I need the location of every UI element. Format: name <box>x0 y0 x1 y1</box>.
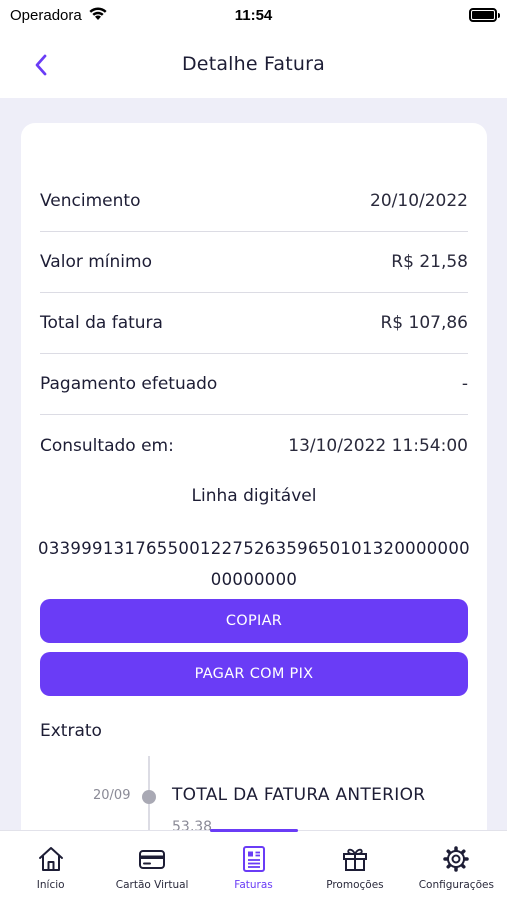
invoice-detail-card: Vencimento 20/10/2022 Valor mínimo R$ 21… <box>21 123 487 866</box>
tab-cartao-virtual[interactable]: Cartão Virtual <box>101 831 202 900</box>
extrato-item-date: 20/09 <box>93 788 131 803</box>
detail-label: Vencimento <box>40 191 141 211</box>
detail-value: - <box>461 374 468 394</box>
detail-value: R$ 21,58 <box>391 252 468 272</box>
invoice-icon <box>242 846 265 872</box>
tab-label: Cartão Virtual <box>115 879 189 891</box>
barcode-line-1: 0339991317655001227526359650101320000000 <box>38 539 470 558</box>
status-bar: Operadora 11:54 <box>0 0 507 30</box>
barcode-line-2: 00000000 <box>210 570 298 589</box>
extrato-item-title: TOTAL DA FATURA ANTERIOR <box>172 785 426 805</box>
tab-faturas[interactable]: Faturas <box>203 831 304 900</box>
navigation-bar: Detalhe Fatura <box>0 30 507 98</box>
detail-row-valor-minimo: Valor mínimo R$ 21,58 <box>40 232 468 293</box>
tab-label: Configurações <box>418 879 494 891</box>
wifi-icon <box>88 6 108 25</box>
tab-promocoes[interactable]: Promoções <box>304 831 405 900</box>
status-left: Operadora <box>10 6 108 25</box>
detail-value: 20/10/2022 <box>370 191 468 211</box>
back-button[interactable] <box>26 50 56 80</box>
gift-icon <box>342 848 367 871</box>
copy-button[interactable]: COPIAR <box>40 599 468 643</box>
extrato-title: Extrato <box>40 721 102 741</box>
detail-label: Consultado em: <box>40 435 174 456</box>
page-title: Detalhe Fatura <box>181 53 326 75</box>
active-tab-indicator <box>210 829 298 832</box>
detail-label: Pagamento efetuado <box>40 374 218 394</box>
detail-value: R$ 107,86 <box>380 313 468 333</box>
detail-value: 13/10/2022 11:54:00 <box>288 435 468 456</box>
detail-row-consultado-em: Consultado em: 13/10/2022 11:54:00 <box>40 415 468 476</box>
detail-row-pagamento-efetuado: Pagamento efetuado - <box>40 354 468 415</box>
detail-label: Valor mínimo <box>40 252 152 272</box>
detail-row-total-fatura: Total da fatura R$ 107,86 <box>40 293 468 354</box>
tab-inicio[interactable]: Início <box>0 831 101 900</box>
tab-configuracoes[interactable]: Configurações <box>406 831 507 900</box>
tab-bar: Início Cartão Virtual Faturas Promoções … <box>0 829 507 900</box>
detail-row-vencimento: Vencimento 20/10/2022 <box>40 171 468 232</box>
linha-digitavel-code[interactable]: 0339991317655001227526359650101320000000… <box>31 533 477 595</box>
timeline-dot <box>142 790 156 804</box>
tab-label: Promoções <box>326 879 384 891</box>
chevron-left-icon <box>35 54 47 76</box>
card-icon <box>139 850 166 869</box>
tab-label: Faturas <box>234 879 273 891</box>
pay-with-pix-button[interactable]: PAGAR COM PIX <box>40 652 468 696</box>
detail-label: Total da fatura <box>40 313 163 333</box>
carrier-name: Operadora <box>10 6 82 24</box>
tab-label: Início <box>36 879 65 891</box>
home-icon <box>38 847 63 871</box>
battery-icon <box>469 8 500 22</box>
gear-icon <box>443 846 470 872</box>
linha-digitavel-label: Linha digitável <box>191 486 317 506</box>
